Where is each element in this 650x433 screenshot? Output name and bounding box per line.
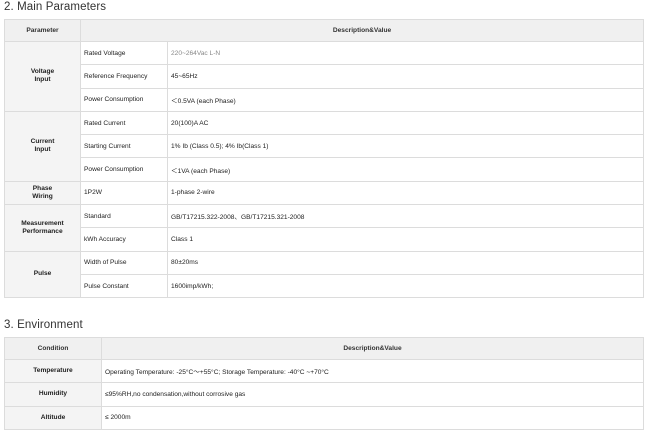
param-value: 45~65Hz <box>166 64 645 89</box>
param-value: Class 1 <box>166 227 645 252</box>
main-parameters-table: Parameter Description&Value Voltage Inpu… <box>4 19 645 299</box>
table-row: Power Consumption ＜1VA (each Phase) <box>5 157 645 182</box>
header-description: Description&Value <box>101 337 644 360</box>
table-row: Measurement Performance Standard GB/T172… <box>4 204 645 252</box>
table-row: Current Input Rated Current 20(100)A AC <box>4 110 645 182</box>
param-name: Standard <box>80 204 168 229</box>
table-row: Voltage Input Rated Voltage 220~264Vac L… <box>4 40 645 112</box>
group-label: Phase Wiring <box>32 184 53 200</box>
table-row: Power Consumption ＜0.5VA (each Phase) <box>5 87 645 112</box>
main-parameters-heading: 2. Main Parameters <box>4 1 107 13</box>
header-condition: Condition <box>4 337 102 360</box>
param-value: 1% Ib (Class 0.5); 4% Ib(Class 1) <box>166 134 645 159</box>
param-name: Power Consumption <box>80 157 168 182</box>
param-name: Rated Current <box>80 110 168 136</box>
page: 2. Main Parameters Parameter Description… <box>0 0 650 433</box>
group-label: Voltage Input <box>30 68 55 84</box>
param-value: 220~264Vac L-N <box>166 40 645 66</box>
param-name: Reference Frequency <box>80 64 168 89</box>
group-current-input: Current Input <box>4 110 81 182</box>
param-name: Rated Voltage <box>80 40 168 66</box>
group-label: Measurement Performance <box>21 219 64 235</box>
condition-value: ≤ 2000m <box>101 405 644 430</box>
table-row: Starting Current 1% Ib (Class 0.5); 4% I… <box>5 134 645 159</box>
environment-table: Condition Description&Value Temperature … <box>4 337 644 430</box>
param-value: ＜0.5VA (each Phase) <box>166 87 645 112</box>
header-parameter: Parameter <box>4 19 81 42</box>
param-name: Width of Pulse <box>80 250 168 275</box>
table-header-row: Condition Description&Value <box>4 337 644 360</box>
param-name: Power Consumption <box>80 87 168 112</box>
table-header-row: Parameter Description&Value <box>4 19 645 42</box>
environment-heading: 3. Environment <box>4 319 83 331</box>
table-row: kWh Accuracy Class 1 <box>5 227 645 252</box>
param-value: 20(100)A AC <box>166 110 645 136</box>
header-description: Description&Value <box>79 19 645 42</box>
group-voltage-input: Voltage Input <box>4 41 81 112</box>
group-label: Current Input <box>30 138 55 154</box>
group-measurement-performance: Measurement Performance <box>4 204 81 252</box>
table-row: Temperature Operating Temperature: -25°C… <box>4 358 644 384</box>
condition-name: Temperature <box>4 358 102 384</box>
param-value: ＜1VA (each Phase) <box>166 157 645 182</box>
table-row: Altitude ≤ 2000m <box>4 405 644 430</box>
group-label: Pulse <box>33 270 52 278</box>
table-row: Phase Wiring 1P2W 1-phase 2-wire <box>4 180 645 206</box>
param-value: 1-phase 2-wire <box>166 180 645 206</box>
param-name: Pulse Constant <box>80 273 168 299</box>
condition-name: Altitude <box>4 405 102 430</box>
param-value: GB/T17215.322-2008、GB/T17215.321-2008 <box>166 204 645 229</box>
param-name: 1P2W <box>80 180 168 206</box>
param-value: 80±20ms <box>166 250 645 275</box>
table-row: Pulse Width of Pulse 80±20ms <box>4 250 645 299</box>
table-row: Reference Frequency 45~65Hz <box>5 64 645 89</box>
table-row: Humidity ≤95%RH,no condensation,without … <box>4 382 644 407</box>
condition-value: ≤95%RH,no condensation,without corrosive… <box>101 382 644 407</box>
param-name: kWh Accuracy <box>80 227 168 252</box>
table-row: Pulse Constant 1600imp/kWh; <box>5 273 645 299</box>
condition-name: Humidity <box>4 382 102 407</box>
group-pulse: Pulse <box>4 250 81 299</box>
param-name: Starting Current <box>80 134 168 159</box>
group-phase-wiring: Phase Wiring <box>4 180 81 206</box>
condition-value: Operating Temperature: -25°C～+55°C; Stor… <box>101 358 644 384</box>
param-value: 1600imp/kWh; <box>166 273 645 299</box>
